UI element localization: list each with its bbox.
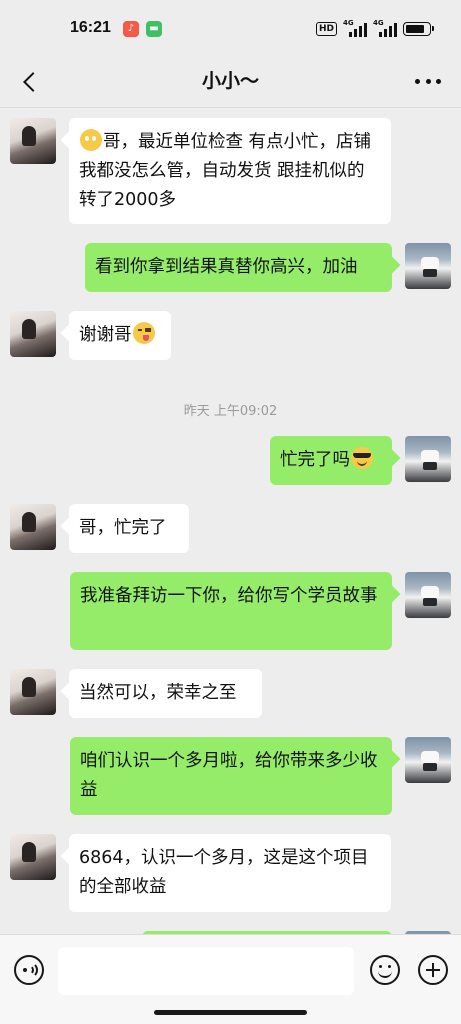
message-bubble-incoming[interactable]: 6864，认识一个多月，这是这个项目的全部收益 <box>69 834 391 912</box>
message-text: 当然可以，荣幸之至 <box>79 683 237 703</box>
timestamp: 昨天 上午09:02 <box>183 404 278 419</box>
hd-badge: HD <box>315 22 337 36</box>
battery-icon <box>403 22 434 36</box>
emoji-button[interactable] <box>370 955 400 985</box>
self-avatar[interactable] <box>405 572 451 618</box>
chat-title: 小小～ <box>201 70 259 92</box>
message-bubble-outgoing[interactable]: 忙完了吗 <box>270 436 392 485</box>
message-text: 看到你拿到结果真替你高兴，加油 <box>95 257 358 277</box>
contact-avatar[interactable] <box>10 834 56 880</box>
voice-button[interactable] <box>14 955 44 985</box>
more-options-button[interactable] <box>413 66 443 96</box>
message-text: 我准备拜访一下你，给你写个学员故事 <box>80 586 378 606</box>
self-avatar[interactable] <box>405 436 451 482</box>
message-bubble-outgoing[interactable]: 我准备拜访一下你，给你写个学员故事 <box>70 572 392 650</box>
chat-app-icon: ▬ <box>146 21 162 37</box>
status-indicators: HD 4G 4G <box>315 19 434 38</box>
status-bar: 16:21 ♪ ▬ HD 4G 4G <box>0 0 461 58</box>
message-list[interactable]: 哥，最近单位检查 有点小忙，店铺我都没怎么管，自动发货 跟挂机似的 转了2000… <box>0 108 461 934</box>
chat-header: 小小～ <box>0 58 461 108</box>
signal-icon: 4G <box>343 19 367 37</box>
message-text: 哥，忙完了 <box>79 518 167 538</box>
status-time: 16:21 <box>70 19 111 36</box>
message-bubble-outgoing[interactable]: 看到你拿到结果真替你高兴，加油 <box>85 243 392 292</box>
message-text: 6864，认识一个多月，这是这个项目的全部收益 <box>79 848 369 897</box>
message-bubble-incoming[interactable]: 哥，最近单位检查 有点小忙，店铺我都没怎么管，自动发货 跟挂机似的 转了2000… <box>69 118 391 224</box>
wink-emoji-icon <box>132 322 155 344</box>
message-text: 哥，最近单位检查 有点小忙，店铺我都没怎么管，自动发货 跟挂机似的 转了2000… <box>79 132 372 210</box>
music-app-icon: ♪ <box>123 21 139 37</box>
contact-avatar[interactable] <box>10 504 56 550</box>
message-input[interactable] <box>58 947 354 995</box>
message-bubble-incoming[interactable]: 哥，忙完了 <box>69 504 189 553</box>
message-text: 忙完了吗 <box>280 450 350 470</box>
self-avatar[interactable] <box>405 737 451 783</box>
message-bubble-outgoing[interactable]: 咱们认识一个多月啦，给你带来多少收益 <box>70 737 392 815</box>
message-bubble-incoming[interactable]: 当然可以，荣幸之至 <box>69 669 262 718</box>
self-avatar[interactable] <box>405 243 451 289</box>
signal-label: 4G <box>373 19 384 27</box>
message-text: 咱们认识一个多月啦，给你带来多少收益 <box>80 751 378 800</box>
contact-avatar[interactable] <box>10 118 56 164</box>
ellipsis-icon <box>415 78 420 84</box>
flushed-emoji-icon <box>80 129 102 151</box>
signal-icon: 4G <box>373 19 397 37</box>
signal-label: 4G <box>343 19 354 27</box>
message-bubble-incoming[interactable]: 谢谢哥 <box>69 311 171 360</box>
sunglasses-emoji-icon <box>351 447 373 469</box>
contact-avatar[interactable] <box>10 669 56 715</box>
message-text: 谢谢哥 <box>79 325 132 345</box>
contact-avatar[interactable] <box>10 311 56 357</box>
home-indicator[interactable] <box>154 1010 307 1015</box>
plus-button[interactable] <box>418 955 448 985</box>
